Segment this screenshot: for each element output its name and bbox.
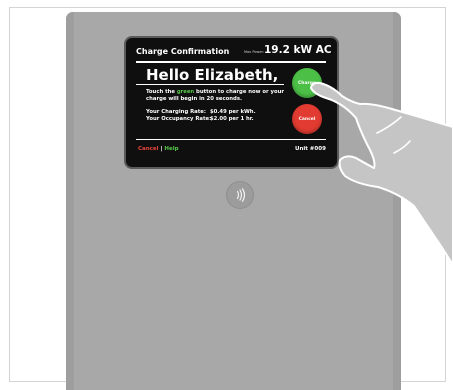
occupancy-rate-value: $2.00 per 1 hr. (210, 116, 254, 122)
occupancy-rate-label: Your Occupancy Rate: (146, 116, 212, 122)
link-separator: | (160, 146, 163, 152)
charger-display: Charge Confirmation Max Power: 19.2 kW A… (126, 38, 337, 167)
divider (136, 61, 326, 63)
contactless-waves (236, 188, 246, 202)
charging-rate-value: $0.49 per kWh. (210, 109, 256, 115)
instruction-text: Touch the green button to charge now or … (146, 89, 306, 103)
contactless-icon[interactable] (227, 182, 253, 208)
charge-button[interactable]: Charge (292, 68, 322, 98)
divider (136, 139, 326, 140)
cancel-link[interactable]: Cancel (138, 146, 159, 152)
charging-rate-row: Your Charging Rate: $0.49 per kWh. (146, 109, 256, 116)
cancel-button[interactable]: Cancel (292, 104, 322, 134)
instruction-green: green (176, 89, 195, 95)
divider (136, 84, 284, 85)
screen-title: Charge Confirmation (136, 47, 230, 56)
rates: Your Charging Rate: $0.49 per kWh. Your … (146, 109, 256, 123)
unit-edge-left (66, 12, 74, 390)
unit-edge-right (393, 12, 401, 390)
occupancy-rate-row: Your Occupancy Rate: $2.00 per 1 hr. (146, 116, 256, 123)
footer-links: Cancel | Help (138, 146, 179, 152)
charging-rate-label: Your Charging Rate: (146, 109, 206, 115)
max-power-label: Max Power: (244, 50, 265, 54)
unit-number: Unit #009 (295, 146, 326, 152)
max-power-value: 19.2 kW AC (264, 44, 332, 56)
greeting: Hello Elizabeth, (146, 66, 279, 84)
instruction-pre: Touch the (146, 89, 177, 95)
help-link[interactable]: Help (164, 146, 178, 152)
